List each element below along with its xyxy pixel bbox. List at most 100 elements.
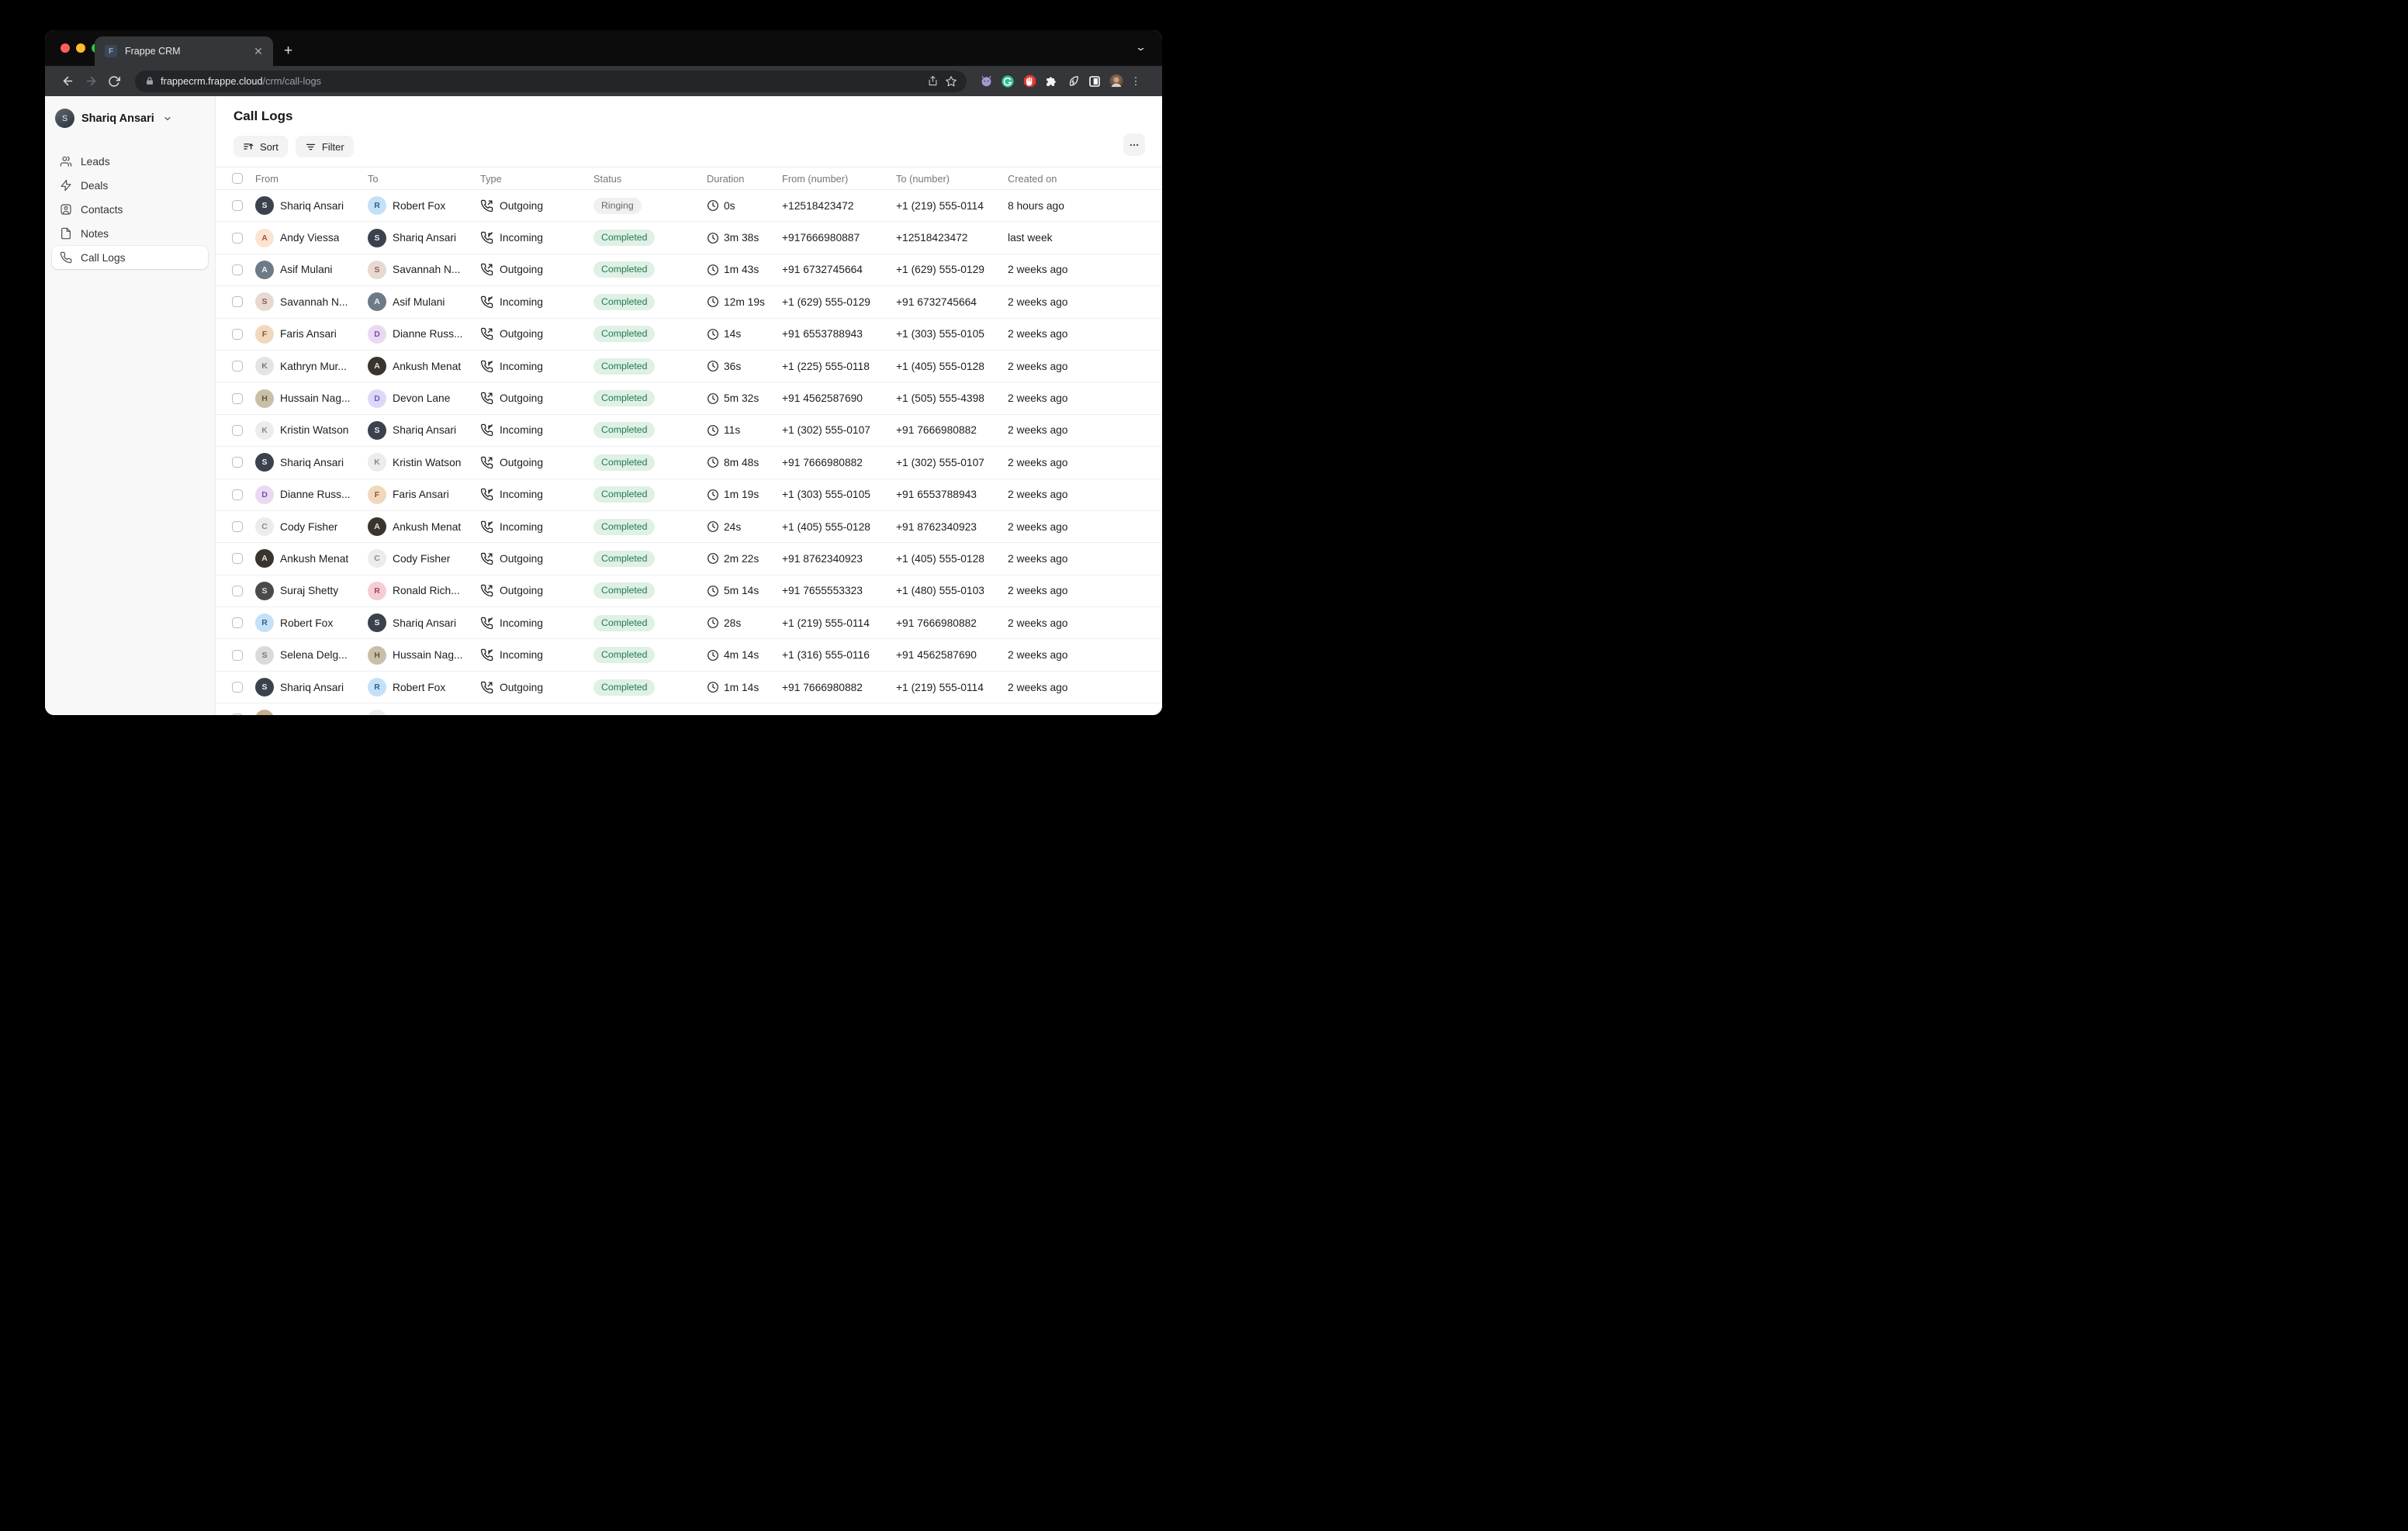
table-row[interactable]: AAndy ViessaSShariq AnsariIncomingComple… [216,222,1162,254]
to-name: Shariq Ansari [393,424,456,436]
row-checkbox[interactable] [232,489,243,500]
sidebar-item-call-logs[interactable]: Call Logs [52,246,208,269]
row-checkbox[interactable] [232,329,243,340]
share-icon[interactable] [923,72,942,91]
row-checkbox[interactable] [232,361,243,372]
tab-search-chevron-icon[interactable]: ⌄ [1135,41,1147,54]
status-cell: Completed [593,486,707,503]
status-cell: Completed [593,422,707,438]
from-number: +1 (405) 555-0128 [782,521,896,533]
from-cell: AAndy Viessa [255,229,368,247]
table-row[interactable]: KKristin WatsonSShariq AnsariIncomingCom… [216,415,1162,447]
from-cell: FFaris Ansari [255,325,368,344]
from-name: Ankush Menat [280,553,348,565]
browser-profile-avatar[interactable] [1108,73,1125,90]
table-row[interactable]: SSavannah N...AAsif MulaniIncomingComple… [216,286,1162,318]
avatar: A [368,517,386,536]
table-row[interactable]: KKathryn Mur...AAnkush MenatIncomingComp… [216,351,1162,382]
minimize-window-button[interactable] [76,43,85,53]
sidebar-item-leads[interactable]: Leads [52,150,208,173]
clock-icon [707,199,719,212]
address-bar[interactable]: frappecrm.frappe.cloud/crm/call-logs [135,71,967,92]
call-type: Outgoing [500,200,543,212]
table-row[interactable]: SShariq AnsariRRobert FoxOutgoingComplet… [216,672,1162,703]
reload-button[interactable] [104,71,124,92]
created-on: 2 weeks ago [1008,617,1162,629]
side-panel-icon[interactable] [1086,73,1103,90]
row-checkbox[interactable] [232,617,243,628]
sidebar-item-deals[interactable]: Deals [52,174,208,197]
row-checkbox[interactable] [232,586,243,596]
user-menu[interactable]: S Shariq Ansari [52,109,208,128]
close-tab-icon[interactable]: ✕ [251,44,265,58]
avatar: A [368,292,386,311]
table-row[interactable]: SShariq AnsariKKristin WatsonOutgoingCom… [216,447,1162,479]
row-checkbox[interactable] [232,425,243,436]
new-tab-button[interactable]: + [284,43,292,60]
incoming-call-icon [480,360,493,373]
table-row[interactable]: RRobert FoxSShariq AnsariIncomingComplet… [216,607,1162,639]
row-checkbox[interactable] [232,264,243,275]
sidebar-item-contacts[interactable]: Contacts [52,198,208,221]
table-row[interactable]: SSuraj ShettyRRonald Rich...OutgoingComp… [216,575,1162,607]
to-number: +1 (219) 555-0114 [896,200,1008,212]
table-row[interactable]: CCody FisherAAnkush MenatIncomingComplet… [216,511,1162,543]
table-row[interactable]: DDianne Russ...FFaris AnsariIncomingComp… [216,479,1162,511]
created-on: 2 weeks ago [1008,296,1162,308]
type-cell: Incoming [480,488,593,501]
from-number: +1 (219) 555-0114 [782,617,896,629]
to-name: Robert Fox [393,682,445,693]
row-checkbox[interactable] [232,682,243,693]
to-cell: RRonald Rich... [368,582,480,600]
outgoing-call-icon [480,327,493,340]
duration-cell: 0s [707,199,782,212]
type-cell: Outgoing [480,456,593,469]
to-cell: SShariq Ansari [368,229,480,247]
table-row[interactable]: HHussain Nag...DDevon LaneOutgoingComple… [216,382,1162,414]
extensions-puzzle-icon[interactable] [1043,73,1060,90]
browser-menu-icon[interactable]: ⋮ [1130,73,1142,90]
table-row[interactable]: AAsif MulaniSSavannah N...OutgoingComple… [216,254,1162,286]
table-row-partial[interactable] [216,703,1162,715]
status-badge: Completed [593,390,655,406]
table-row[interactable]: SSelena Delg...HHussain Nag...IncomingCo… [216,639,1162,671]
select-all-checkbox[interactable] [232,173,243,184]
frappe-crm-app: S Shariq Ansari LeadsDealsContactsNotesC… [45,96,1162,715]
row-checkbox[interactable] [232,714,243,715]
row-checkbox[interactable] [232,296,243,307]
from-name: Faris Ansari [280,328,337,340]
from-number: +1 (629) 555-0129 [782,296,896,308]
grammarly-extension-icon[interactable] [999,73,1016,90]
row-checkbox[interactable] [232,553,243,564]
github-extension-icon[interactable] [977,73,995,90]
browser-tab[interactable]: F Frappe CRM ✕ [95,36,273,66]
forward-button[interactable] [81,71,101,92]
status-badge: Completed [593,679,655,696]
from-name: Shariq Ansari [280,682,344,693]
sidebar-item-notes[interactable]: Notes [52,222,208,245]
duration: 12m 19s [724,296,765,308]
incoming-call-icon [480,520,493,534]
column-header: Created on [1008,173,1162,185]
row-checkbox[interactable] [232,393,243,404]
table-row[interactable]: FFaris AnsariDDianne Russ...OutgoingComp… [216,319,1162,351]
row-checkbox[interactable] [232,233,243,244]
row-checkbox[interactable] [232,200,243,211]
close-window-button[interactable] [61,43,70,53]
from-name: Savannah N... [280,296,348,308]
table-row[interactable]: SShariq AnsariRRobert FoxOutgoingRinging… [216,190,1162,222]
row-checkbox[interactable] [232,457,243,468]
clock-icon [707,328,719,340]
row-checkbox[interactable] [232,521,243,532]
more-options-button[interactable] [1123,133,1145,156]
sort-button[interactable]: Sort [234,136,288,157]
back-button[interactable] [57,71,78,92]
bookmark-star-icon[interactable] [942,72,960,91]
adblock-extension-icon[interactable] [1021,73,1038,90]
leaf-extension-icon[interactable] [1064,73,1081,90]
table-row[interactable]: AAnkush MenatCCody FisherOutgoingComplet… [216,543,1162,575]
filter-button[interactable]: Filter [296,136,354,157]
row-checkbox[interactable] [232,650,243,661]
duration: 4m 14s [724,649,759,661]
avatar: R [255,613,274,632]
